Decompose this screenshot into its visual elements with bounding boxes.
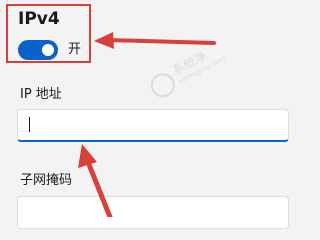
subnet-mask-input[interactable] — [17, 196, 289, 229]
watermark-logo: 系统净 xitongjing.com — [145, 44, 227, 112]
ip-address-label: IP 地址 — [20, 87, 62, 102]
ip-address-input[interactable] — [17, 109, 289, 142]
arrow-to-toggle — [94, 32, 216, 49]
text-caret — [29, 117, 30, 132]
annotation-highlight-box — [6, 4, 91, 63]
subnet-mask-label: 子网掩码 — [20, 173, 73, 188]
